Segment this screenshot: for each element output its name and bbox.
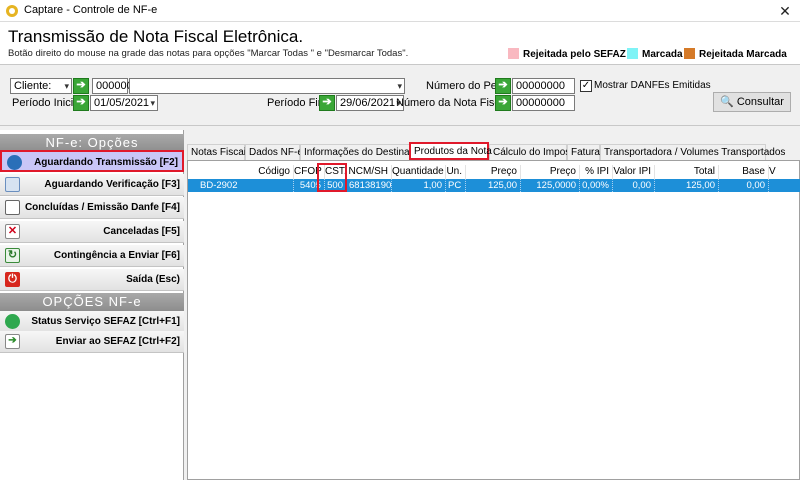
cancel-doc-icon: ✕ <box>5 224 20 239</box>
column-header-base-icms[interactable]: Base ICMS <box>719 165 769 191</box>
tab-strip: Notas Fiscais Dados NF-e Informações do … <box>187 142 800 160</box>
tab-notas-fiscais[interactable]: Notas Fiscais <box>187 144 251 160</box>
column-header-valor-ipi[interactable]: Valor IPI <box>613 165 655 179</box>
column-header-codigo[interactable]: Código <box>198 165 294 179</box>
cliente-combo[interactable]: Cliente: ▾ <box>10 78 72 94</box>
sidebar-item-aguardando-transmissao[interactable]: Aguardando Transmissão [F2] <box>0 150 184 172</box>
periodo-inicial-go-button[interactable]: ➔ <box>73 95 89 111</box>
sidebar-section-opcoes-nfe: OPÇÕES NF-e <box>0 293 184 311</box>
tab-produtos-da-nota[interactable]: Produtos da Nota <box>409 142 492 160</box>
table-row[interactable]: BD-2902 5405 500 68138190 1,00 PC 125,00… <box>188 179 800 192</box>
sidebar-item-concluidas[interactable]: Concluídas / Emissão Danfe [F4] <box>0 197 184 219</box>
chevron-down-icon: ▾ <box>150 98 155 108</box>
search-doc-icon <box>5 177 20 192</box>
column-header-ncm[interactable]: NCM/SH <box>347 165 392 179</box>
sidebar-item-aguardando-verificacao[interactable]: Aguardando Verificação [F3] <box>0 174 184 196</box>
window-icon <box>5 200 20 215</box>
periodo-final-date[interactable]: 29/06/2021 ▾ <box>336 95 404 111</box>
title-bar: Captare - Controle de NF-e ✕ <box>0 0 800 22</box>
cell-valor-ipi: 0,00 <box>613 179 655 192</box>
window-title: Captare - Controle de NF-e <box>24 4 158 16</box>
legend-swatch <box>627 48 638 59</box>
legend-rejeitada: Rejeitada pelo SEFAZ <box>508 48 626 60</box>
periodo-final-go-button[interactable]: ➔ <box>319 95 335 111</box>
column-header-preco-bruto[interactable]: Preço Bruto <box>466 165 521 191</box>
cst-highlight-box <box>317 163 347 192</box>
cell-total-produtos: 125,00 <box>655 179 719 192</box>
mostrar-danfes-checkbox[interactable]: ✓ <box>580 80 592 92</box>
cell-ncm: 68138190 <box>349 179 392 192</box>
cell-preco-liquido: 125,0000 <box>521 179 580 192</box>
page-header: Transmissão de Nota Fiscal Eletrônica. B… <box>0 22 800 64</box>
numero-nota-field[interactable]: 00000000 <box>512 95 575 111</box>
legend-swatch <box>684 48 695 59</box>
column-header-quantidade[interactable]: Quantidade <box>392 165 446 179</box>
cliente-go-button[interactable]: ➔ <box>73 78 89 94</box>
numero-pedido-go-button[interactable]: ➔ <box>495 78 511 94</box>
refresh-icon: ↻ <box>5 248 20 263</box>
cell-base-icms: 0,00 <box>719 179 769 192</box>
tab-fatura[interactable]: Fatura <box>567 144 600 160</box>
tab-informacoes-destinatario[interactable]: Informações do Destinatário <box>300 144 429 160</box>
tab-dados-nfe[interactable]: Dados NF-e <box>245 144 303 160</box>
column-header-preco-liquido[interactable]: Preço Líquido <box>521 165 580 191</box>
tab-calculo-imposto[interactable]: Cálculo do Imposto <box>489 144 579 160</box>
cliente-name-combo[interactable]: ▾ <box>129 78 405 94</box>
cell-perc-ipi: 0,00% <box>580 179 613 192</box>
sidebar-item-saida[interactable]: ⏻ Saída (Esc) <box>0 269 184 291</box>
sidebar-item-contingencia[interactable]: ↻ Contingência a Enviar [F6] <box>0 245 184 267</box>
legend-rejeitada-marcada: Rejeitada Marcada <box>684 48 787 60</box>
cell-preco-bruto: 125,00 <box>466 179 521 192</box>
sidebar-item-status-sefaz[interactable]: Status Serviço SEFAZ [Ctrl+F1] <box>0 311 184 333</box>
sidebar-item-canceladas[interactable]: ✕ Canceladas [F5] <box>0 221 184 243</box>
cell-codigo: BD-2902 <box>198 179 294 192</box>
grid-hint-text: Botão direito do mouse na grade das nota… <box>8 48 409 59</box>
search-icon: 🔍 <box>720 96 734 108</box>
cell-un: PC <box>446 179 466 192</box>
app-logo-icon <box>6 5 18 17</box>
power-icon: ⏻ <box>5 272 20 287</box>
numero-pedido-field[interactable]: 00000000 <box>512 78 575 94</box>
close-button[interactable]: ✕ <box>770 0 800 22</box>
column-header-total-produtos[interactable]: Total Produtos <box>655 165 719 191</box>
legend-swatch <box>508 48 519 59</box>
mostrar-danfes-label: Mostrar DANFEs Emitidas <box>594 80 711 91</box>
products-grid[interactable]: Código CFOP CST. NCM/SH Quantidade Un. P… <box>187 160 800 480</box>
legend-marcada: Marcada <box>627 48 683 60</box>
cliente-code-field[interactable]: 000000 <box>92 78 133 94</box>
page-title: Transmissão de Nota Fiscal Eletrônica. <box>8 27 304 46</box>
column-header-perc-ipi[interactable]: % IPI <box>580 165 613 179</box>
cell-v <box>769 179 800 192</box>
row-selector[interactable] <box>188 179 198 192</box>
numero-nota-go-button[interactable]: ➔ <box>495 95 511 111</box>
chevron-down-icon: ▾ <box>64 81 69 91</box>
tab-transportadora[interactable]: Transportadora / Volumes Transportados <box>600 144 785 160</box>
sidebar-item-enviar-sefaz[interactable]: ➔ Enviar ao SEFAZ [Ctrl+F2] <box>0 331 184 353</box>
grid-header: Código CFOP CST. NCM/SH Quantidade Un. P… <box>188 165 800 191</box>
send-icon: ➔ <box>5 334 20 349</box>
cell-quantidade: 1,00 <box>392 179 446 192</box>
chevron-down-icon: ▾ <box>397 81 402 91</box>
periodo-inicial-date[interactable]: 01/05/2021 ▾ <box>90 95 158 111</box>
status-icon <box>5 314 20 329</box>
consultar-button[interactable]: 🔍 Consultar <box>713 92 791 112</box>
globe-icon <box>7 155 22 170</box>
column-header-un[interactable]: Un. <box>446 165 466 179</box>
column-header-v[interactable]: V <box>769 165 800 179</box>
